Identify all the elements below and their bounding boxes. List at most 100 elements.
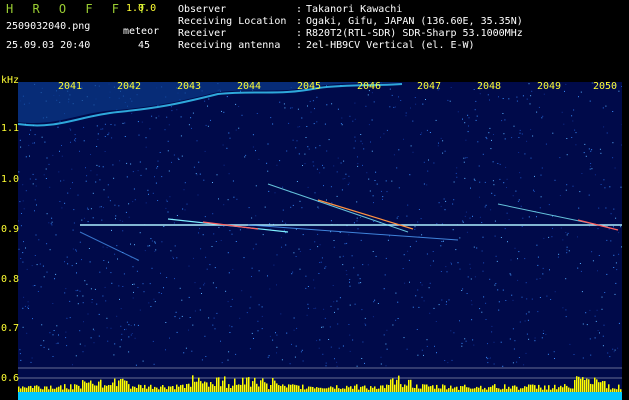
noise-speck: [594, 315, 596, 317]
activity-bar: [66, 388, 68, 392]
noise-speck: [464, 157, 466, 159]
noise-speck: [326, 150, 328, 152]
noise-speck: [140, 174, 142, 176]
noise-speck: [585, 312, 587, 314]
noise-speck: [76, 272, 77, 274]
noise-speck: [528, 83, 530, 85]
noise-speck: [122, 220, 124, 222]
noise-speck: [353, 222, 355, 224]
noise-speck: [40, 344, 42, 346]
noise-speck: [167, 140, 169, 142]
noise-speck: [276, 284, 277, 286]
noise-speck: [297, 108, 299, 110]
noise-speck: [137, 287, 139, 288]
noise-speck: [588, 194, 590, 196]
noise-speck: [595, 320, 597, 322]
noise-speck: [539, 297, 541, 298]
activity-bar: [222, 380, 224, 392]
noise-speck: [125, 211, 127, 213]
noise-speck: [590, 150, 592, 152]
noise-speck: [151, 240, 153, 242]
activity-bar: [532, 384, 534, 392]
noise-speck: [491, 139, 492, 141]
activity-bar: [116, 386, 118, 392]
noise-speck: [141, 121, 143, 123]
noise-speck: [292, 271, 294, 273]
noise-speck: [562, 239, 564, 241]
noise-speck: [267, 170, 269, 172]
noise-speck: [426, 253, 428, 255]
noise-speck: [466, 157, 468, 159]
noise-speck: [580, 91, 582, 93]
noise-speck: [26, 268, 28, 270]
noise-speck: [204, 335, 206, 337]
noise-speck: [221, 110, 222, 112]
noise-speck: [319, 145, 321, 147]
noise-speck: [37, 291, 39, 292]
noise-speck: [426, 345, 428, 347]
filename: 2509032040.png: [6, 21, 91, 32]
noise-speck: [227, 301, 229, 303]
noise-speck: [406, 348, 408, 350]
activity-bar: [546, 389, 548, 392]
noise-speck: [34, 255, 36, 256]
noise-speck: [396, 167, 398, 169]
noise-speck: [618, 253, 620, 255]
noise-speck: [70, 129, 72, 131]
noise-speck: [275, 332, 276, 334]
noise-speck: [97, 138, 99, 140]
noise-speck: [330, 346, 332, 348]
noise-speck: [575, 144, 577, 146]
noise-speck: [371, 92, 373, 94]
activity-bar: [270, 385, 272, 392]
noise-speck: [248, 207, 250, 209]
noise-speck: [387, 239, 389, 241]
noise-speck: [44, 141, 46, 143]
noise-speck: [438, 202, 440, 204]
noise-speck: [585, 155, 587, 157]
noise-speck: [493, 184, 495, 186]
noise-speck: [61, 155, 63, 157]
noise-speck: [601, 308, 603, 310]
activity-bar: [400, 384, 402, 392]
activity-bar: [70, 384, 72, 392]
noise-speck: [452, 203, 454, 205]
noise-speck: [325, 266, 327, 268]
noise-speck: [229, 137, 231, 139]
noise-speck: [316, 121, 318, 123]
noise-speck: [111, 137, 113, 139]
noise-speck: [106, 247, 108, 249]
info-key-receiver: Receiver: [178, 28, 227, 39]
info-key-location: Receiving Location: [178, 16, 287, 27]
noise-speck: [337, 308, 339, 310]
activity-bar: [528, 384, 530, 392]
noise-speck: [251, 276, 252, 277]
noise-speck: [526, 140, 528, 142]
noise-speck: [468, 125, 469, 127]
noise-speck: [346, 274, 348, 276]
noise-speck: [185, 347, 187, 349]
noise-speck: [173, 154, 175, 156]
noise-speck: [324, 317, 326, 319]
noise-speck: [238, 127, 240, 129]
noise-speck: [518, 251, 520, 253]
noise-speck: [191, 350, 193, 352]
noise-speck: [221, 362, 223, 364]
noise-speck: [617, 347, 619, 349]
noise-speck: [345, 270, 347, 272]
noise-speck: [395, 292, 397, 294]
noise-speck: [184, 182, 186, 184]
noise-speck: [557, 256, 559, 258]
noise-speck: [462, 220, 464, 222]
noise-speck: [452, 229, 454, 231]
activity-bar: [178, 386, 180, 392]
noise-speck: [349, 334, 351, 336]
noise-speck: [314, 108, 315, 110]
noise-speck: [163, 287, 164, 289]
noise-speck: [281, 246, 282, 248]
noise-speck: [56, 325, 58, 327]
noise-speck: [20, 146, 22, 148]
noise-speck: [124, 136, 126, 137]
noise-speck: [418, 306, 420, 308]
noise-speck: [22, 307, 24, 309]
